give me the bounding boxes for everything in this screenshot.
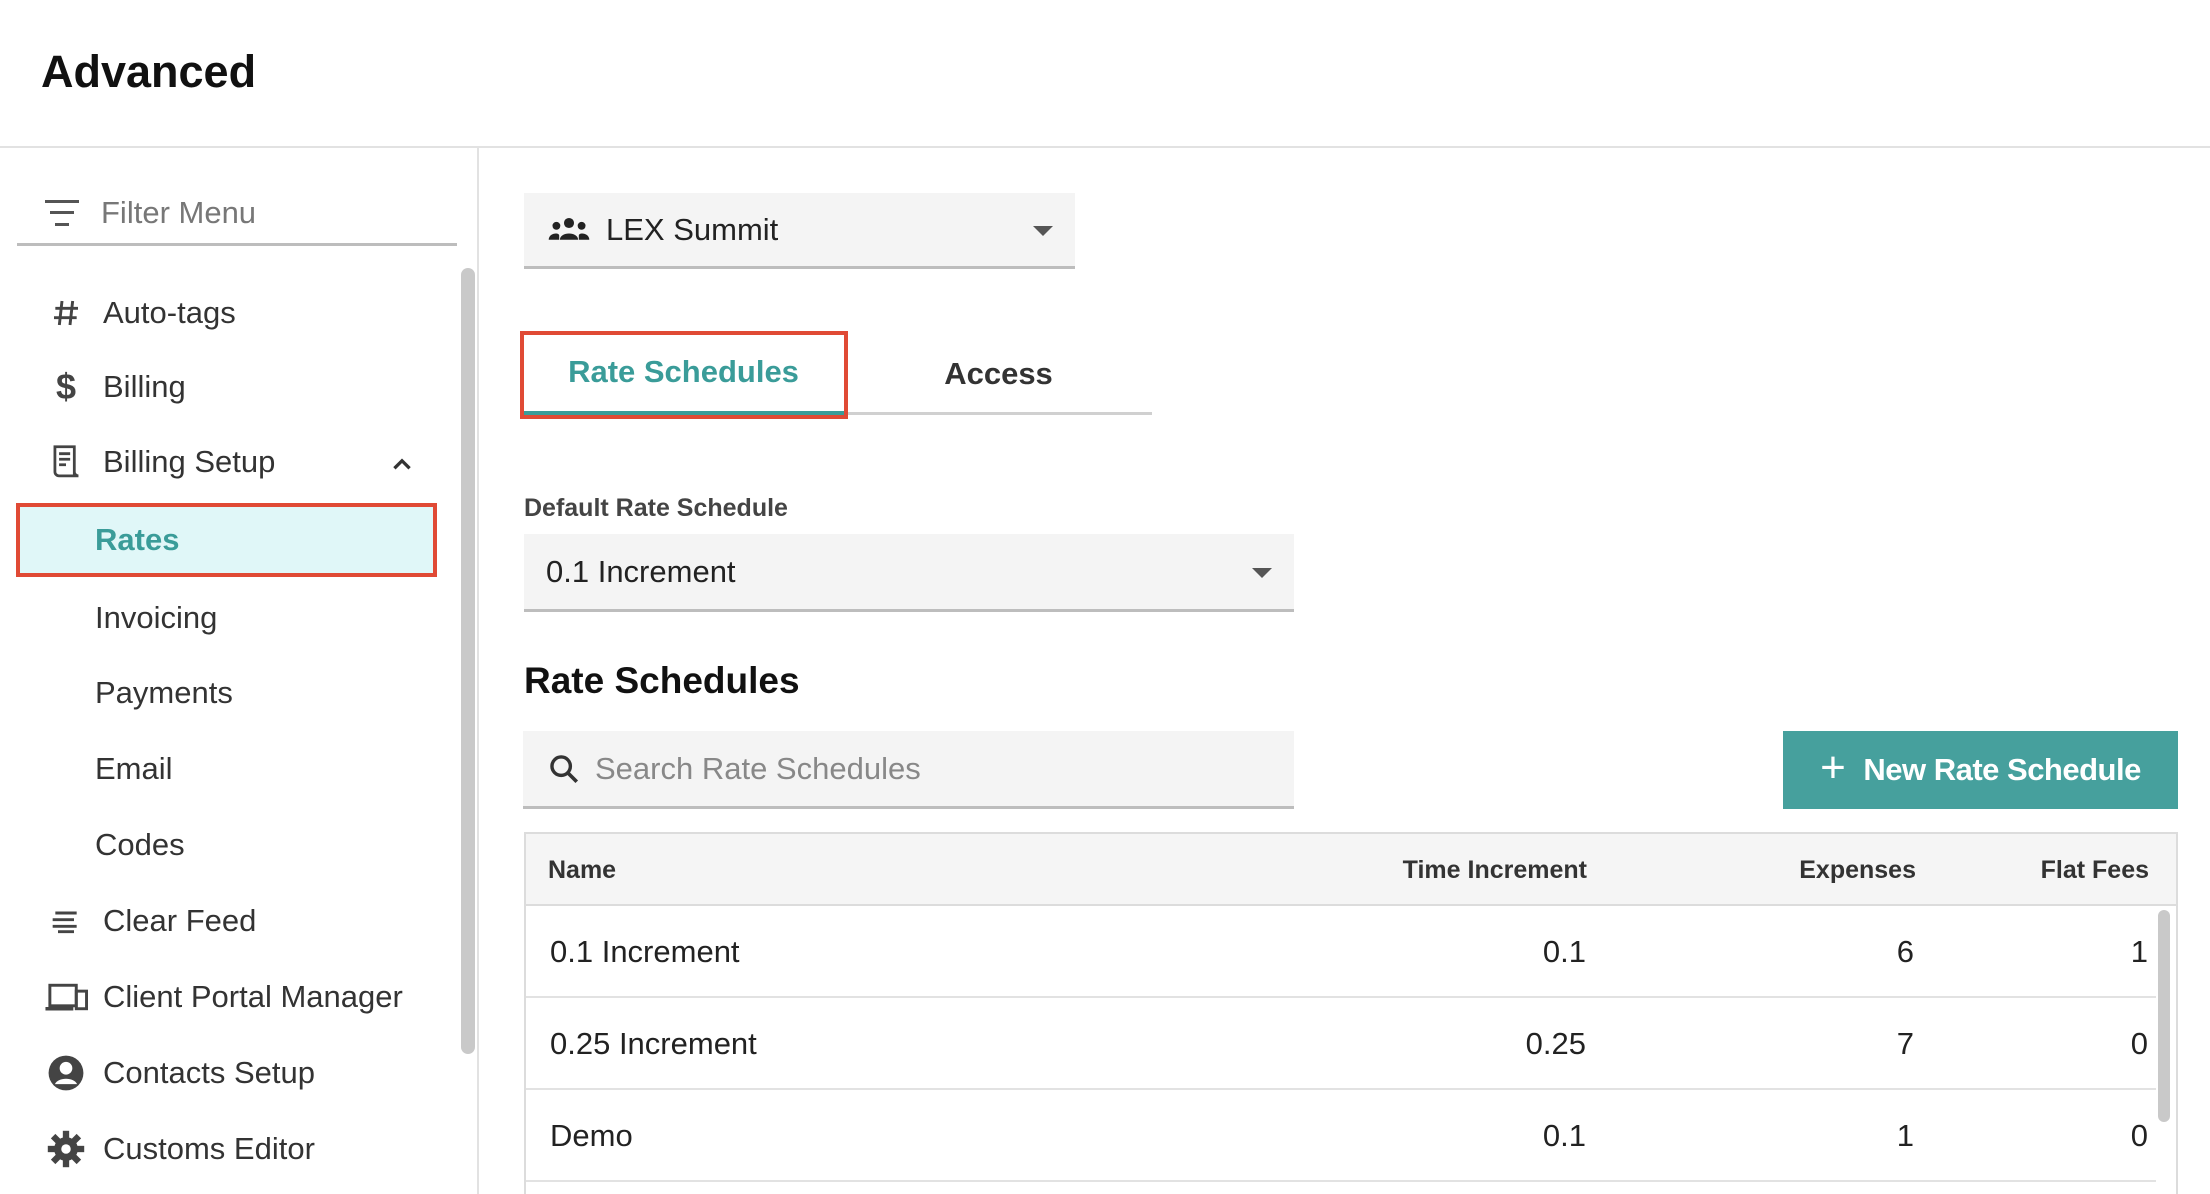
chevron-up-icon[interactable] [389, 449, 415, 485]
cell-time-increment: 0.1 [1542, 1118, 1586, 1153]
sidebar-item-label: Auto-tags [103, 295, 236, 330]
account-circle-icon [43, 1050, 89, 1096]
gear-icon [43, 1126, 89, 1172]
cell-name: 0.25 Increment [550, 1026, 757, 1061]
cell-expenses: 6 [1896, 934, 1914, 969]
column-header-name[interactable]: Name [548, 834, 616, 906]
plus-icon: + [1820, 743, 1846, 792]
hash-icon [43, 290, 89, 336]
filter-menu[interactable]: Filter Menu [17, 182, 457, 246]
group-select[interactable]: LEX Summit [524, 193, 1075, 269]
highlight-box-rate-schedules-tab [520, 331, 848, 419]
new-rate-schedule-button[interactable]: + New Rate Schedule [1783, 731, 2178, 809]
sidebar-item-auto-tags[interactable]: Auto-tags [17, 276, 437, 350]
sidebar-scrollbar[interactable] [461, 268, 475, 1054]
sidebar-item-label: Payments [95, 675, 233, 710]
main-content: LEX Summit Rate Schedules Access Default… [481, 150, 2210, 1194]
cell-flat-fees: 0 [2130, 1118, 2148, 1153]
default-rate-schedule-value: 0.1 Increment [546, 553, 736, 589]
cell-name: Demo [550, 1118, 633, 1153]
sidebar-item-label: Contacts Setup [103, 1055, 315, 1090]
highlight-box-rates [16, 503, 437, 577]
sidebar-item-contacts-setup[interactable]: Contacts Setup [17, 1036, 437, 1110]
page-title: Advanced [41, 46, 257, 97]
receipt-icon [43, 439, 89, 485]
column-header-time-increment[interactable]: Time Increment [1126, 834, 1587, 906]
sidebar-item-billing-setup[interactable]: Billing Setup [17, 425, 437, 499]
cell-expenses: 7 [1896, 1026, 1914, 1061]
group-icon [546, 216, 592, 244]
cell-expenses: 1 [1896, 1118, 1914, 1153]
cell-time-increment: 0.1 [1542, 934, 1586, 969]
feed-icon [43, 898, 89, 944]
devices-icon [43, 974, 89, 1020]
dollar-icon: $ [55, 366, 77, 407]
cell-flat-fees: 1 [2130, 934, 2148, 969]
rate-schedules-heading: Rate Schedules [524, 660, 800, 701]
sidebar-item-client-portal-manager[interactable]: Client Portal Manager [17, 960, 437, 1034]
table-row[interactable]: 0.25 Increment 0.25 7 0 [526, 998, 2156, 1090]
search-icon [547, 752, 581, 786]
sidebar-item-label: Invoicing [95, 600, 218, 635]
sidebar-item-invoicing[interactable]: Invoicing [17, 581, 437, 655]
filter-icon [45, 199, 79, 226]
default-rate-schedule-select[interactable]: 0.1 Increment [524, 534, 1294, 612]
sidebar-item-payments[interactable]: Payments [17, 656, 437, 730]
sidebar: Filter Menu Auto-tags $ Billing Billing … [0, 148, 479, 1194]
group-select-value: LEX Summit [606, 211, 779, 247]
filter-menu-placeholder: Filter Menu [101, 194, 257, 230]
sidebar-item-label: Codes [95, 827, 185, 862]
sidebar-item-billing[interactable]: $ Billing [17, 350, 437, 424]
sidebar-item-label: Billing [103, 369, 186, 404]
table-header: Name Time Increment Expenses Flat Fees [526, 834, 2176, 906]
column-header-expenses[interactable]: Expenses [1626, 834, 1916, 906]
caret-down-icon [1252, 567, 1272, 578]
search-rate-schedules[interactable] [523, 731, 1294, 809]
table-scrollbar[interactable] [2158, 910, 2170, 1122]
sidebar-item-label: Client Portal Manager [103, 979, 403, 1014]
sidebar-item-label: Customs Editor [103, 1131, 315, 1166]
sidebar-item-label: Email [95, 751, 173, 786]
table-row[interactable]: 0.1 Increment 0.1 6 1 [526, 906, 2156, 998]
cell-flat-fees: 0 [2130, 1026, 2148, 1061]
page-header: Advanced [0, 0, 2210, 148]
sidebar-item-clear-feed[interactable]: Clear Feed [17, 884, 437, 958]
tab-label: Access [944, 356, 1053, 391]
cell-time-increment: 0.25 [1525, 1026, 1586, 1061]
search-input[interactable] [595, 750, 1245, 787]
sidebar-item-customs-editor[interactable]: Customs Editor [17, 1112, 437, 1186]
caret-down-icon [1033, 225, 1053, 236]
rate-schedules-table: Name Time Increment Expenses Flat Fees 0… [524, 832, 2178, 1194]
default-rate-schedule-label: Default Rate Schedule [524, 494, 788, 522]
column-header-flat-fees[interactable]: Flat Fees [1926, 834, 2149, 906]
table-row[interactable]: Demo 0.1 1 0 [526, 1090, 2156, 1182]
sidebar-item-email[interactable]: Email [17, 732, 437, 806]
sidebar-item-label: Billing Setup [103, 444, 276, 479]
sidebar-item-codes[interactable]: Codes [17, 808, 437, 882]
cell-name: 0.1 Increment [550, 934, 740, 969]
tab-access[interactable]: Access [845, 333, 1152, 415]
sidebar-item-label: Clear Feed [103, 903, 257, 938]
new-rate-schedule-label: New Rate Schedule [1863, 752, 2141, 787]
